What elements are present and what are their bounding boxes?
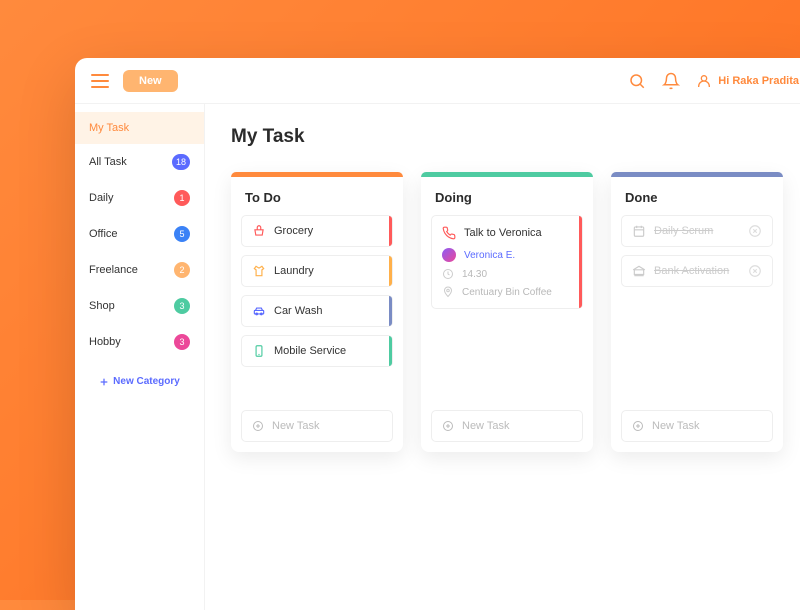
- new-task-button[interactable]: New Task: [621, 410, 773, 442]
- task-list: Talk to Veronica Veronica E. 14.30: [421, 215, 593, 400]
- task-location: Centuary Bin Coffee: [462, 287, 552, 298]
- task-label: Grocery: [274, 225, 313, 237]
- task-card[interactable]: Laundry: [241, 255, 393, 287]
- user-menu[interactable]: Hi Raka Pradita: [696, 73, 799, 89]
- phone-icon: [442, 226, 456, 240]
- column-doing: Doing Talk to Veronica Veronica E.: [421, 172, 593, 452]
- plus-circle-icon: [252, 420, 264, 432]
- bell-icon[interactable]: [662, 72, 680, 90]
- badge: 3: [174, 298, 190, 314]
- clock-icon: [442, 268, 454, 280]
- badge: 18: [172, 154, 190, 170]
- task-card-completed[interactable]: Daily Scrum: [621, 215, 773, 247]
- new-task-button[interactable]: New Task: [431, 410, 583, 442]
- sidebar-item-label: My Task: [89, 122, 129, 134]
- sidebar: My Task All Task 18 Daily 1 Office 5 Fre…: [75, 104, 205, 610]
- sidebar-item-hobby[interactable]: Hobby 3: [75, 324, 204, 360]
- plus-circle-icon: [632, 420, 644, 432]
- task-card[interactable]: Car Wash: [241, 295, 393, 327]
- body: My Task All Task 18 Daily 1 Office 5 Fre…: [75, 104, 800, 610]
- bank-icon: [632, 264, 646, 278]
- sidebar-item-label: Freelance: [89, 264, 138, 276]
- task-label: Car Wash: [274, 305, 323, 317]
- column-todo: To Do Grocery Laundry: [231, 172, 403, 452]
- task-label: Daily Scrum: [654, 225, 713, 237]
- task-label: Mobile Service: [274, 345, 346, 357]
- column-title: To Do: [231, 176, 403, 215]
- basket-icon: [252, 224, 266, 238]
- new-task-label: New Task: [462, 420, 509, 432]
- car-icon: [252, 304, 266, 318]
- task-time: 14.30: [462, 269, 487, 280]
- task-card-completed[interactable]: Bank Activation: [621, 255, 773, 287]
- sidebar-item-freelance[interactable]: Freelance 2: [75, 252, 204, 288]
- location-icon: [442, 286, 454, 298]
- sidebar-item-daily[interactable]: Daily 1: [75, 180, 204, 216]
- sidebar-item-my-task[interactable]: My Task: [75, 112, 204, 144]
- column-title: Doing: [421, 176, 593, 215]
- user-greeting: Hi Raka Pradita: [718, 75, 799, 87]
- sidebar-item-label: Hobby: [89, 336, 121, 348]
- topbar: New Hi Raka Pradita: [75, 58, 800, 104]
- sidebar-item-shop[interactable]: Shop 3: [75, 288, 204, 324]
- shirt-icon: [252, 264, 266, 278]
- menu-icon[interactable]: [91, 74, 109, 88]
- mobile-icon: [252, 344, 266, 358]
- search-icon[interactable]: [628, 72, 646, 90]
- new-button[interactable]: New: [123, 70, 178, 92]
- task-list: Daily Scrum Bank Activation: [611, 215, 783, 400]
- task-card-expanded[interactable]: Talk to Veronica Veronica E. 14.30: [431, 215, 583, 309]
- sidebar-item-label: Office: [89, 228, 118, 240]
- close-circle-icon[interactable]: [748, 224, 762, 238]
- badge: 2: [174, 262, 190, 278]
- badge: 5: [174, 226, 190, 242]
- calendar-icon: [632, 224, 646, 238]
- close-circle-icon[interactable]: [748, 264, 762, 278]
- sidebar-item-label: Daily: [89, 192, 113, 204]
- badge: 3: [174, 334, 190, 350]
- page-title: My Task: [231, 126, 789, 148]
- task-card[interactable]: Grocery: [241, 215, 393, 247]
- task-label: Talk to Veronica: [464, 227, 542, 239]
- app-window: New Hi Raka Pradita My Task All Task 18: [75, 58, 800, 610]
- plus-circle-icon: [442, 420, 454, 432]
- badge: 1: [174, 190, 190, 206]
- main: My Task To Do Grocery Laundry: [205, 104, 800, 610]
- task-label: Laundry: [274, 265, 314, 277]
- task-person: Veronica E.: [464, 250, 515, 261]
- avatar: [442, 248, 456, 262]
- sidebar-item-all-task[interactable]: All Task 18: [75, 144, 204, 180]
- new-category-label: New Category: [113, 376, 180, 387]
- new-task-button[interactable]: New Task: [241, 410, 393, 442]
- task-list: Grocery Laundry Car Wash: [231, 215, 403, 400]
- plus-icon: [99, 377, 109, 387]
- topbar-actions: Hi Raka Pradita: [628, 72, 799, 90]
- kanban-columns: To Do Grocery Laundry: [231, 172, 789, 452]
- new-task-label: New Task: [272, 420, 319, 432]
- sidebar-item-label: Shop: [89, 300, 115, 312]
- task-card[interactable]: Mobile Service: [241, 335, 393, 367]
- new-task-label: New Task: [652, 420, 699, 432]
- new-category-button[interactable]: New Category: [75, 360, 204, 403]
- sidebar-item-office[interactable]: Office 5: [75, 216, 204, 252]
- sidebar-item-label: All Task: [89, 156, 127, 168]
- column-title: Done: [611, 176, 783, 215]
- task-label: Bank Activation: [654, 265, 729, 277]
- user-icon: [696, 73, 712, 89]
- column-done: Done Daily Scrum Bank Ac: [611, 172, 783, 452]
